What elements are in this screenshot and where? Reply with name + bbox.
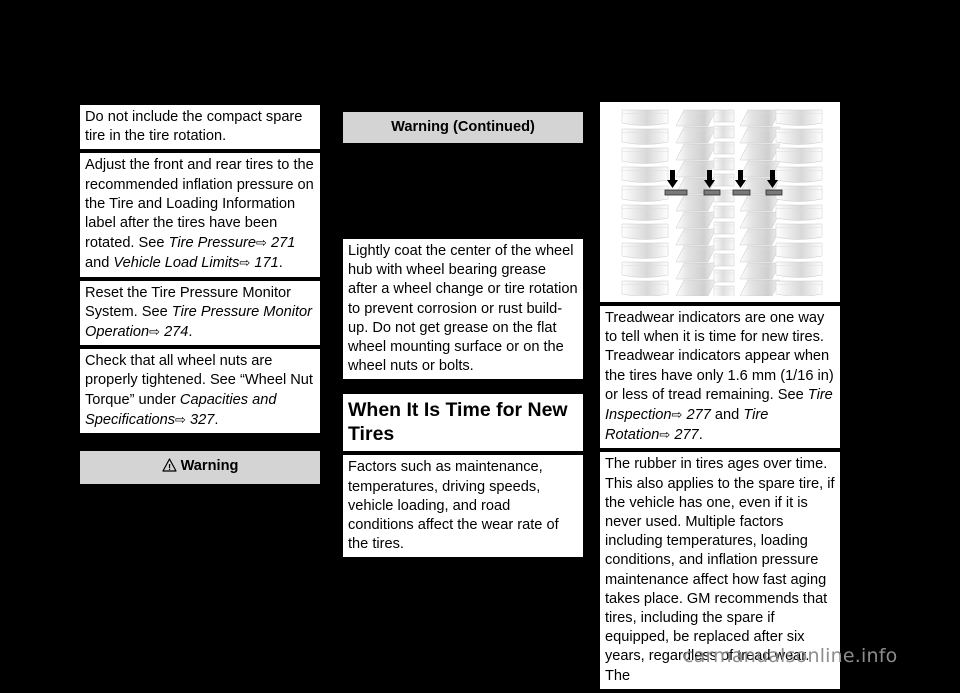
treadwear-note-period: . xyxy=(698,427,703,444)
compact-spare-note-text: Do not include the compact spare tire in… xyxy=(85,109,303,145)
factors-note-text: Factors such as maintenance, temperature… xyxy=(348,459,559,553)
treadwear-note: Treadwear indicators are one way to tell… xyxy=(600,306,840,449)
ref-arrow-icon: ⇨ xyxy=(175,411,186,427)
manual-page: Do not include the compact spare tire in… xyxy=(0,0,960,689)
middle-column-spacer xyxy=(343,383,583,394)
warning-continued-body-gap xyxy=(343,147,583,239)
inflation-note-period: . xyxy=(278,255,283,272)
ref-vehicle-load-limits[interactable]: Vehicle Load Limits xyxy=(113,255,239,271)
inflation-note-conjunction: and xyxy=(85,255,114,272)
warning-banner: Warning xyxy=(80,451,320,485)
warning-continued-banner: Warning (Continued) xyxy=(343,112,583,143)
ref-arrow-icon: ⇨ xyxy=(149,324,160,340)
compact-spare-note: Do not include the compact spare tire in… xyxy=(80,105,320,150)
ref-tpms-operation-page: 274 xyxy=(164,324,189,341)
treadwear-note-lead: Treadwear indicators are one way to tell… xyxy=(605,310,834,403)
ref-arrow-icon: ⇨ xyxy=(239,255,251,271)
inflation-pressure-note-text: Adjust the front and rear tires to the r… xyxy=(85,156,315,273)
grease-note: Lightly coat the center of the wheel hub… xyxy=(343,239,583,380)
inflation-pressure-note: Adjust the front and rear tires to the r… xyxy=(80,153,320,277)
right-column: Treadwear indicators are one way to tell… xyxy=(600,102,840,693)
section-heading-new-tires: When It Is Time for New Tires xyxy=(343,394,583,452)
ref-arrow-icon: ⇨ xyxy=(671,407,683,423)
treadwear-note-text: Treadwear indicators are one way to tell… xyxy=(605,309,835,445)
wheel-nut-note-text: Check that all wheel nuts are properly t… xyxy=(85,352,315,430)
ref-capacities-specifications-page: 327 xyxy=(190,411,215,428)
tpms-note-period: . xyxy=(188,324,193,341)
tpms-reset-note: Reset the Tire Pressure Monitor System. … xyxy=(80,280,320,346)
factors-note: Factors such as maintenance, temperature… xyxy=(343,455,583,558)
tire-tread-illustration xyxy=(608,108,832,296)
ref-tire-rotation-page: 277 xyxy=(674,427,699,444)
ref-vehicle-load-limits-page: 171 xyxy=(254,255,279,272)
left-column-spacer xyxy=(80,437,320,451)
ref-tire-inspection-page: 277 xyxy=(686,407,711,424)
wheel-nut-note-period: . xyxy=(214,411,219,428)
ref-arrow-icon: ⇨ xyxy=(256,235,267,251)
wheel-nut-note: Check that all wheel nuts are properly t… xyxy=(80,349,320,434)
tpms-reset-note-text: Reset the Tire Pressure Monitor System. … xyxy=(85,284,315,343)
warning-banner-label: Warning xyxy=(180,458,239,475)
warning-triangle-icon xyxy=(161,458,177,476)
tire-tread-figure xyxy=(600,102,840,302)
left-column: Do not include the compact spare tire in… xyxy=(80,105,320,488)
ref-tire-pressure[interactable]: Tire Pressure xyxy=(169,235,256,251)
ref-tire-pressure-page: 271 xyxy=(271,235,296,252)
ref-arrow-icon: ⇨ xyxy=(659,427,671,443)
warning-continued-banner-label: Warning (Continued) xyxy=(391,119,535,135)
treadwear-note-conjunction: and xyxy=(710,407,744,424)
watermark: carmanualsonline.info xyxy=(683,645,898,667)
grease-note-text: Lightly coat the center of the wheel hub… xyxy=(348,243,578,375)
middle-column: Warning (Continued) Lightly coat the cen… xyxy=(343,112,583,561)
section-heading-text: When It Is Time for New Tires xyxy=(348,399,568,446)
